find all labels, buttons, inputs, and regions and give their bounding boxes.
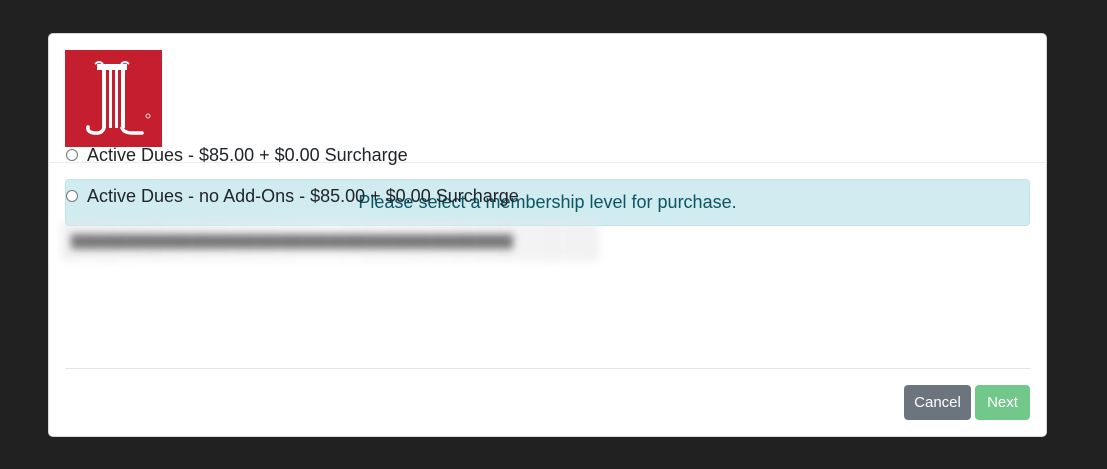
jl-logo bbox=[65, 50, 162, 147]
option-label: Active Dues - $85.00 + $0.00 Surcharge bbox=[87, 144, 408, 165]
next-button[interactable]: Next bbox=[975, 385, 1030, 420]
redacted-text: ████████████████████████████████████████… bbox=[61, 221, 599, 261]
jl-logo-icon bbox=[86, 61, 151, 135]
membership-option-active-dues[interactable]: Active Dues - $85.00 + $0.00 Surcharge bbox=[65, 145, 408, 165]
radio-active-dues[interactable] bbox=[66, 149, 78, 161]
option-label: Active Dues - no Add-Ons - $85.00 + $0.0… bbox=[87, 185, 519, 206]
cancel-button[interactable]: Cancel bbox=[904, 385, 971, 420]
membership-option-active-dues-no-addons[interactable]: Active Dues - no Add-Ons - $85.00 + $0.0… bbox=[65, 186, 519, 206]
membership-modal: Please select a membership level for pur… bbox=[48, 33, 1047, 437]
radio-active-dues-no-addons[interactable] bbox=[66, 190, 78, 202]
footer-divider bbox=[65, 368, 1030, 369]
